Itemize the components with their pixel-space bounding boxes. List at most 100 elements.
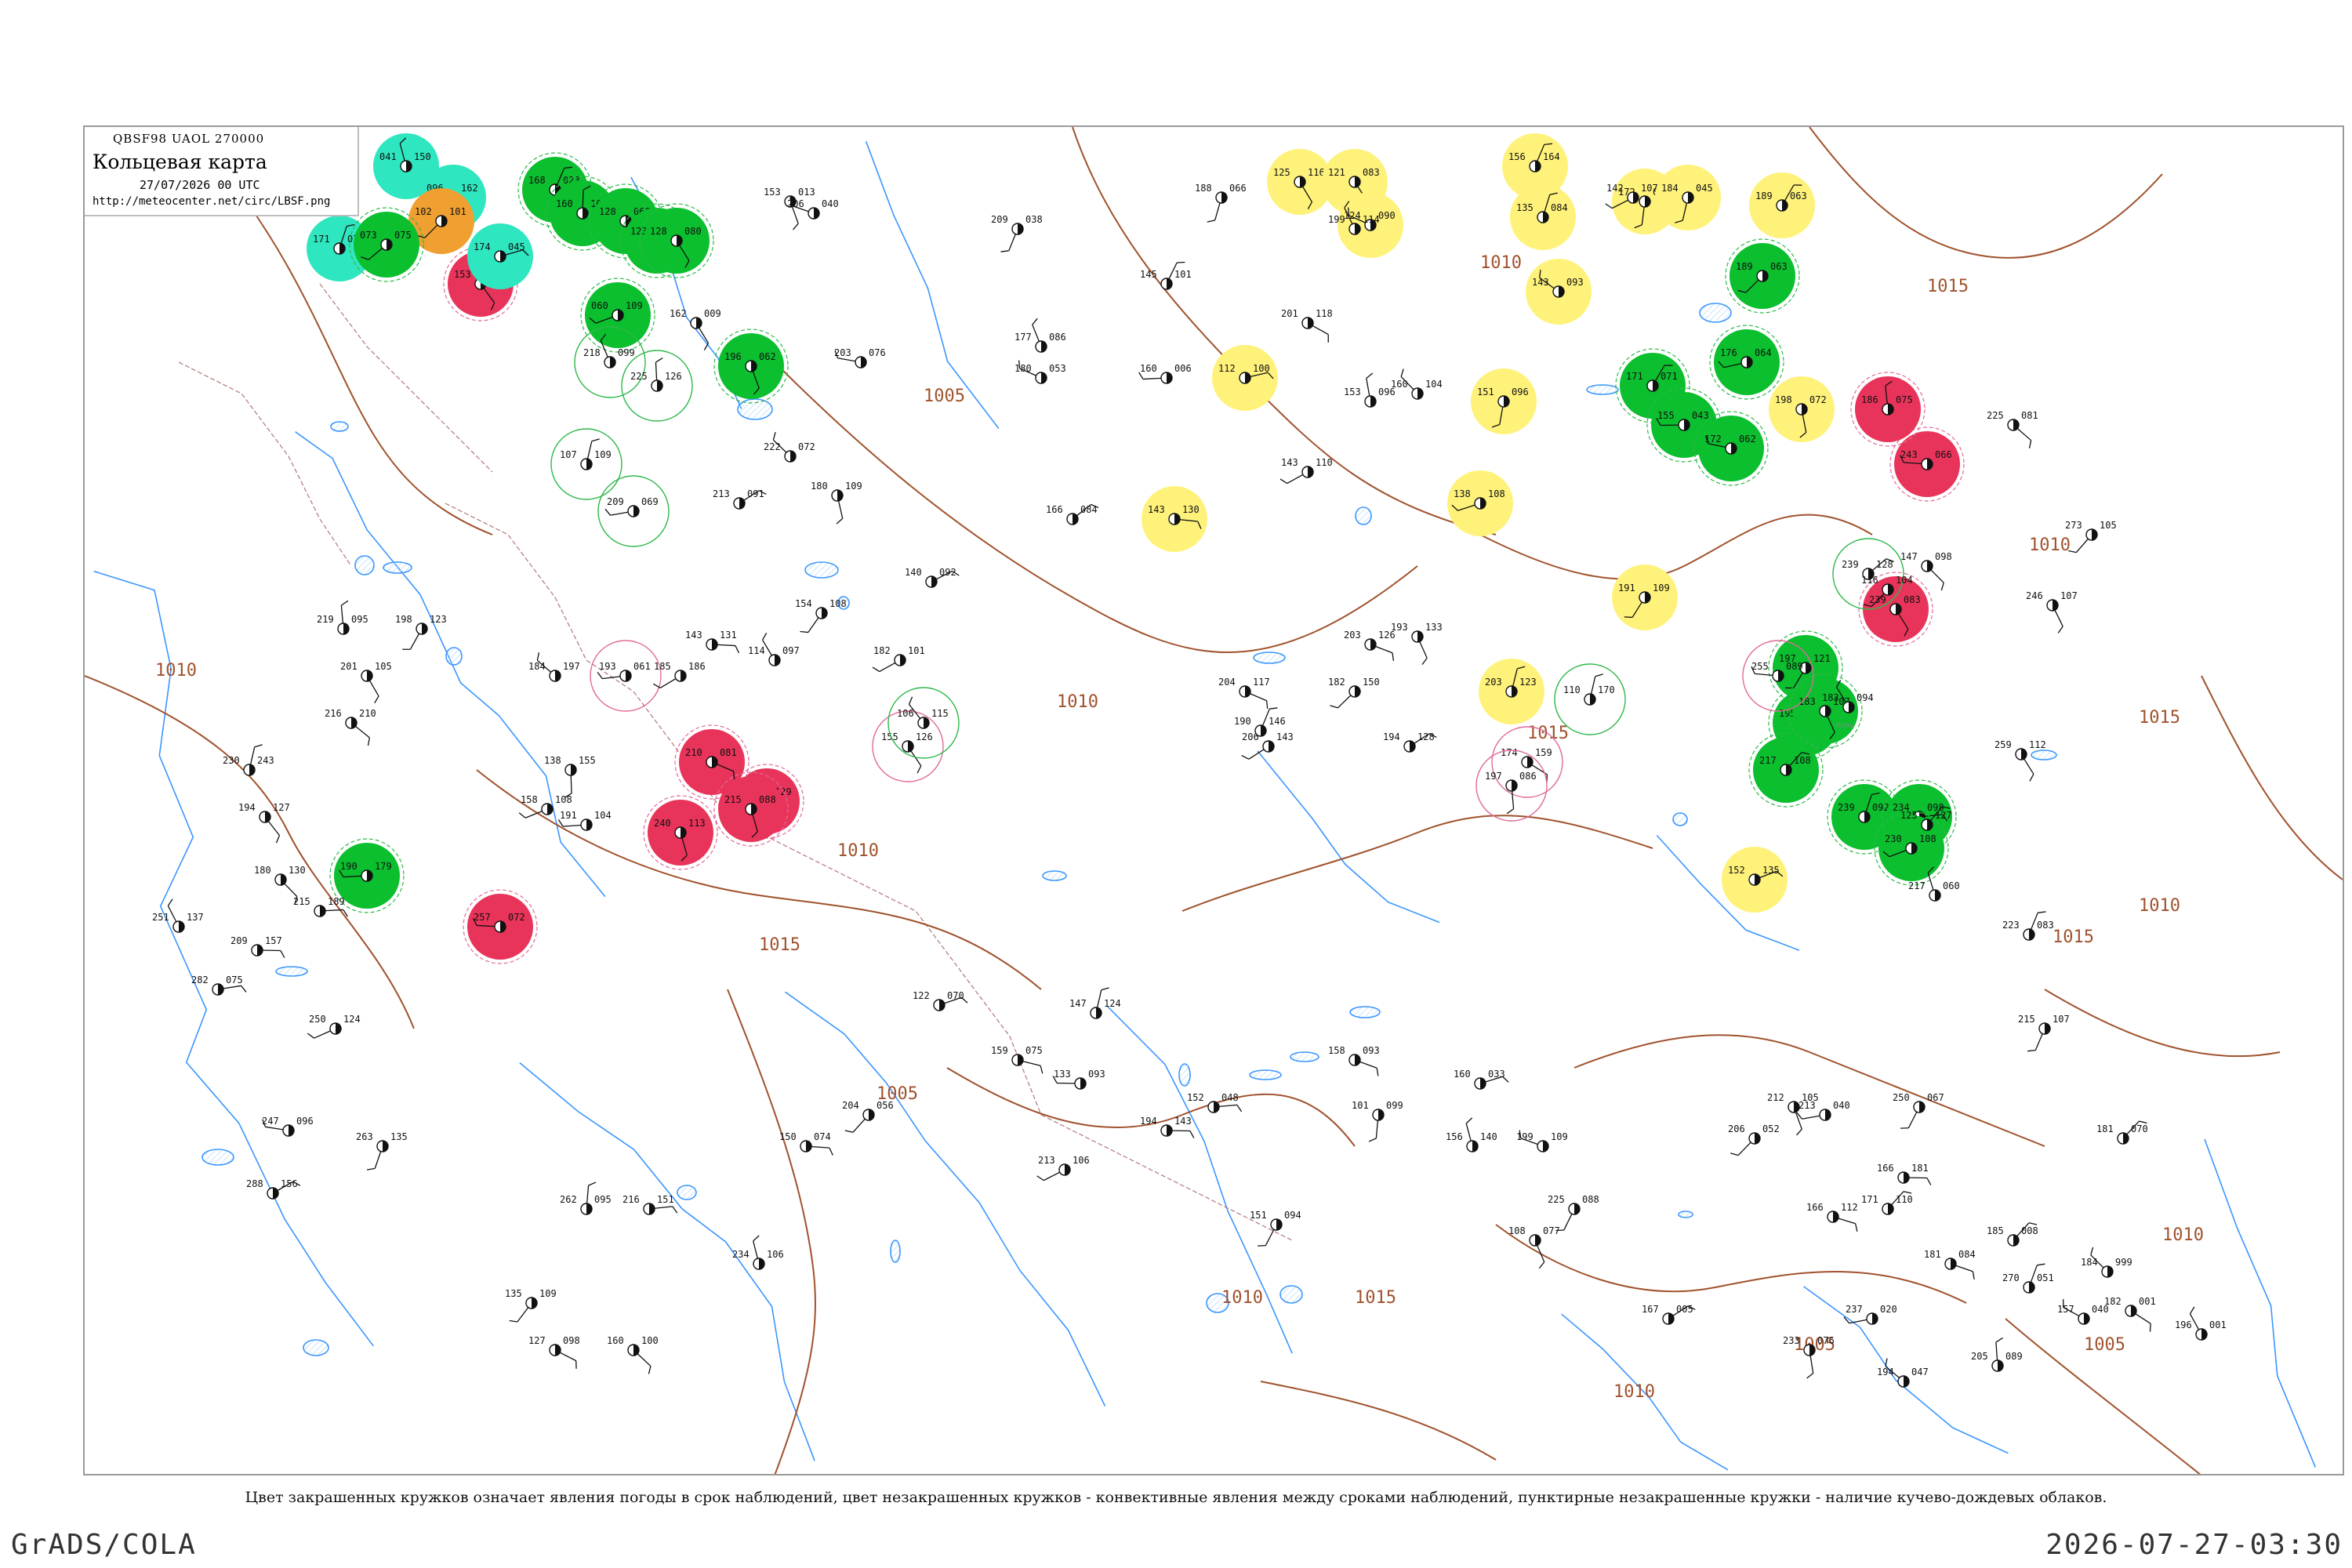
station-temperature: 193 <box>599 661 616 672</box>
wind-barb-icon <box>800 617 819 633</box>
cloud-cover-fill <box>1480 1078 1486 1089</box>
wind-barb-icon <box>267 821 281 844</box>
station-temperature: 156 <box>1446 1131 1463 1142</box>
weather-station: 180 053 <box>1014 360 1066 384</box>
station-temperature: 143 <box>1532 277 1549 288</box>
weather-station: 160 006 <box>1138 363 1192 384</box>
station-pressure: 009 <box>704 308 721 319</box>
wind-barb-icon <box>1900 1111 1918 1129</box>
weather-station: 127 098 <box>528 1335 580 1369</box>
cloud-cover-fill <box>289 1125 294 1136</box>
cloud-cover-fill <box>1065 1164 1070 1175</box>
station-temperature: 184 <box>1661 183 1679 194</box>
station-pressure: 140 <box>1480 1131 1497 1142</box>
station-temperature: 152 <box>1728 865 1745 876</box>
weather-station: 143 131 <box>685 630 740 654</box>
wind-barb-icon <box>655 358 663 381</box>
weather-station: 225 126 <box>621 350 693 422</box>
isobar-pressure-label: 1005 <box>2084 1335 2125 1355</box>
wind-barb-icon <box>2054 610 2063 633</box>
station-pressure: 075 <box>394 230 412 241</box>
wind-barb-icon <box>1506 790 1515 815</box>
weather-station: 273 105 <box>2065 520 2117 554</box>
weather-station: 182 101 <box>872 645 925 673</box>
weather-station: 240 113 <box>643 795 718 870</box>
station-temperature: 203 <box>1485 677 1502 688</box>
weather-station: 198 072 <box>1769 376 1835 442</box>
station-temperature: 121 <box>1328 167 1345 178</box>
station-pressure: 107 <box>1641 183 1658 194</box>
isobar-line <box>727 989 816 1474</box>
station-pressure: 060 <box>1943 880 1960 891</box>
station-pressure: 071 <box>1661 371 1678 382</box>
cloud-cover-fill <box>1417 631 1423 642</box>
station-pressure: 094 <box>1857 692 1874 703</box>
wind-barb-icon <box>1955 1265 1975 1280</box>
cloud-cover-fill <box>696 318 702 328</box>
station-temperature: 168 <box>528 175 546 186</box>
lake <box>1279 1285 1303 1304</box>
lake <box>2031 750 2057 760</box>
country-border <box>789 848 1042 1116</box>
station-temperature: 239 <box>1838 802 1855 813</box>
weather-station: 101 099 <box>1352 1100 1403 1142</box>
cloud-cover-fill <box>1951 1258 1956 1269</box>
station-pressure: 038 <box>1025 214 1043 225</box>
wind-barb-icon <box>2135 1313 2151 1332</box>
station-pressure: 033 <box>1488 1069 1505 1080</box>
weather-station: 203 126 <box>1344 630 1396 662</box>
weather-station: 251 137 <box>152 898 204 933</box>
cloud-cover-fill <box>837 490 843 501</box>
wind-barb-icon <box>1795 1112 1802 1136</box>
station-temperature: 262 <box>560 1194 577 1205</box>
weather-station: 174 045 <box>467 223 533 289</box>
coastline-layer <box>93 141 2317 1471</box>
station-temperature: 194 <box>1383 731 1400 742</box>
wind-barb-icon <box>2027 1033 2043 1052</box>
wind-barb-icon <box>1207 202 1221 223</box>
cloud-cover-fill <box>1574 1203 1580 1214</box>
wind-barb-icon <box>1312 325 1329 343</box>
lake <box>677 1185 697 1200</box>
station-pressure: 104 <box>1896 575 1913 586</box>
station-temperature: 247 <box>262 1116 279 1127</box>
station-temperature: 225 <box>1987 410 2004 421</box>
station-pressure: 108 <box>1794 755 1811 766</box>
weather-station: 156 140 <box>1446 1117 1497 1152</box>
weather-station: 138 108 <box>1447 470 1513 536</box>
station-pressure: 162 <box>461 183 478 194</box>
weather-station: 186 075 <box>1850 372 1926 447</box>
cloud-cover-fill <box>1221 192 1227 203</box>
station-temperature: 209 <box>607 496 624 507</box>
isobar-pressure-label: 1015 <box>759 935 800 955</box>
station-temperature: 182 <box>1328 677 1345 688</box>
station-pressure: 116 <box>1308 167 1325 178</box>
wind-barb-icon <box>2024 758 2034 782</box>
wind-barb-icon <box>1366 372 1374 397</box>
station-pressure: 189 <box>328 896 345 907</box>
lake <box>303 1339 329 1356</box>
station-temperature: 143 <box>1281 457 1298 468</box>
wind-barb-icon <box>1032 318 1040 342</box>
weather-station: 262 095 <box>560 1181 612 1215</box>
cloud-cover-fill <box>1927 561 1933 572</box>
cloud-cover-fill <box>633 506 639 517</box>
wind-barb-icon <box>509 1307 529 1323</box>
station-temperature: 180 <box>1014 363 1032 374</box>
wind-barb-icon <box>1806 1355 1814 1379</box>
wind-barb-icon <box>1465 1117 1473 1142</box>
station-temperature: 116 <box>1861 575 1878 586</box>
cloud-cover-fill <box>759 1258 764 1269</box>
wind-barb-icon <box>1730 1142 1751 1156</box>
wind-barb-icon <box>402 633 420 650</box>
station-temperature: 239 <box>1842 559 1859 570</box>
coastline-segment <box>1257 750 1440 924</box>
station-temperature: 196 <box>2175 1319 2192 1330</box>
station-temperature: 237 <box>1846 1304 1863 1315</box>
station-pressure: 075 <box>1896 394 1913 405</box>
station-temperature: 223 <box>2002 920 2020 931</box>
station-temperature: 135 <box>1516 202 1534 213</box>
station-layer: 041 150 096 162 102 101 153 104 174 045 171 077 073 0… <box>152 133 2227 1388</box>
isobar-pressure-label: 1005 <box>924 387 965 406</box>
wind-barb-icon <box>637 1353 652 1374</box>
